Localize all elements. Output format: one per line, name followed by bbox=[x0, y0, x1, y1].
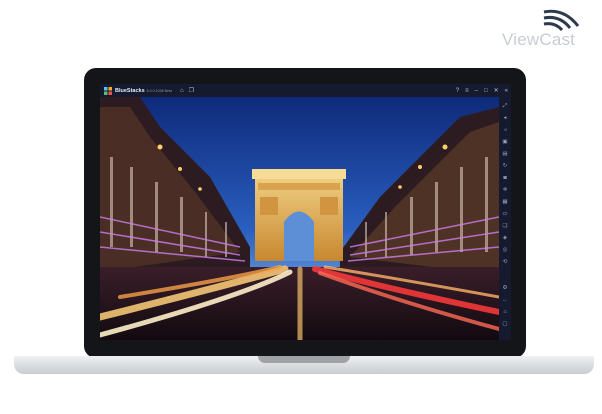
macro-icon[interactable]: ◎ bbox=[502, 247, 508, 253]
broadcast-waves-icon bbox=[543, 9, 580, 32]
right-sidebar: ⤢ ◂ ◃ ▣ ▤ ↻ ◙ ✲ ▦ ▭ ❏ ◈ ◎ ⟲ ⚙ ← ⌂ ▢ bbox=[499, 97, 511, 340]
emulator-window: BlueStacks 5.0.0.1038 Beta ⌂ ❐ ? ≡ – □ ✕… bbox=[100, 84, 511, 340]
folder-icon[interactable]: ▭ bbox=[502, 211, 508, 217]
arc-monument bbox=[252, 169, 346, 261]
camera-icon[interactable]: ◙ bbox=[502, 175, 508, 181]
multi-instance-icon[interactable]: ❐ bbox=[189, 88, 194, 94]
home-nav-icon[interactable]: ⌂ bbox=[502, 309, 508, 315]
volume-up-icon[interactable]: ◂ bbox=[502, 115, 508, 121]
arc-de-triomphe-photo bbox=[100, 97, 499, 340]
android-display[interactable] bbox=[100, 97, 499, 340]
laptop-notch bbox=[258, 356, 350, 363]
recent-apps-icon[interactable]: ▢ bbox=[502, 321, 508, 327]
app-version: 5.0.0.1038 Beta bbox=[146, 88, 173, 93]
fullscreen-icon[interactable]: ⤢ bbox=[502, 103, 508, 109]
settings-icon[interactable]: ⚙ bbox=[502, 285, 508, 291]
viewcast-watermark: ViewCast bbox=[502, 6, 594, 50]
title-bar: BlueStacks 5.0.0.1038 Beta ⌂ ❐ ? ≡ – □ ✕… bbox=[100, 84, 511, 97]
keyboard-icon[interactable]: ▤ bbox=[502, 151, 508, 157]
collapse-sidebar-icon[interactable]: « bbox=[505, 88, 508, 94]
maximize-icon[interactable]: □ bbox=[484, 88, 488, 94]
rotate-icon[interactable]: ↻ bbox=[502, 163, 508, 169]
bluestacks-logo-icon bbox=[104, 86, 112, 95]
home-icon[interactable]: ⌂ bbox=[180, 88, 184, 94]
sync-icon[interactable]: ⟲ bbox=[502, 259, 508, 265]
minimize-icon[interactable]: – bbox=[475, 88, 478, 94]
screen-record-icon[interactable]: ▣ bbox=[502, 139, 508, 145]
help-icon[interactable]: ? bbox=[456, 88, 459, 94]
close-icon[interactable]: ✕ bbox=[494, 88, 499, 94]
copy-icon[interactable]: ❏ bbox=[502, 223, 508, 229]
app-title: BlueStacks bbox=[115, 87, 145, 94]
volume-down-icon[interactable]: ◃ bbox=[502, 127, 508, 133]
apk-install-icon[interactable]: ▦ bbox=[502, 199, 508, 205]
watermark-text: ViewCast bbox=[502, 30, 576, 49]
menu-icon[interactable]: ≡ bbox=[465, 88, 469, 94]
back-icon[interactable]: ← bbox=[502, 297, 508, 303]
shake-icon[interactable]: ✲ bbox=[502, 187, 508, 193]
eco-mode-icon[interactable]: ◈ bbox=[502, 235, 508, 241]
